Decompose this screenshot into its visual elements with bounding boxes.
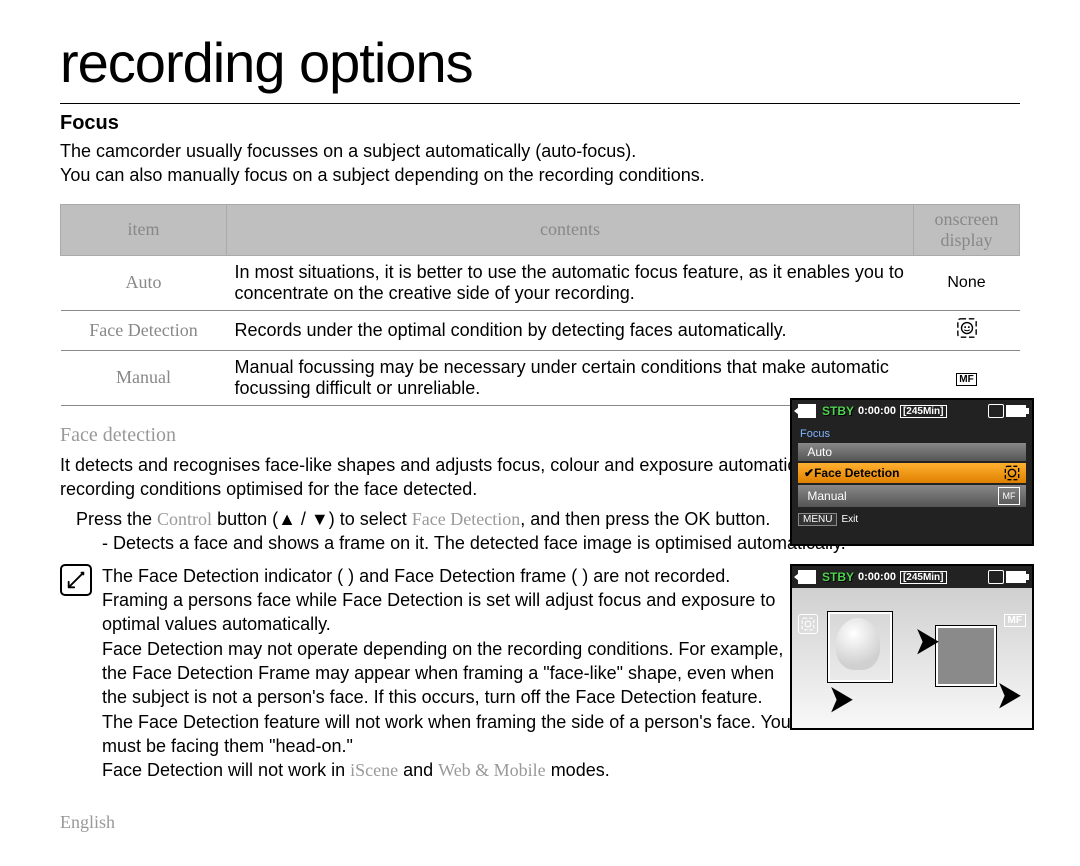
menu-item-auto[interactable]: Auto (798, 443, 1026, 461)
note-item: Framing a persons face while Face Detect… (102, 588, 802, 637)
lcd-screenshots: STBY 0:00:00 [245Min] Focus Auto ✔Face D… (790, 398, 1040, 748)
focus-intro-2: You can also manually focus on a subject… (60, 163, 1020, 187)
check-icon: ✔ (804, 466, 814, 480)
remaining-time: [245Min] (900, 405, 947, 418)
th-osd: onscreen display (914, 204, 1020, 255)
lcd-preview-screenshot: STBY 0:00:00 [245Min] MF ➤ ➤ ➤ (790, 564, 1034, 730)
row-auto-osd: None (914, 255, 1020, 310)
focus-intro-1: The camcorder usually focusses on a subj… (60, 139, 1020, 163)
arrow-icon: ➤ (997, 674, 1021, 716)
face-frame (828, 612, 892, 682)
title-rule (60, 103, 1020, 104)
table-row: Face Detection Records under the optimal… (61, 310, 1020, 350)
camera-icon (798, 404, 816, 418)
note-list: The Face Detection indicator ( ) and Fac… (102, 564, 802, 783)
manual-focus-icon: MF (998, 487, 1020, 505)
face-detect-icon (956, 317, 978, 339)
camera-icon (798, 570, 816, 584)
row-manual-contents: Manual focussing may be necessary under … (227, 350, 914, 405)
face-detect-indicator-icon (798, 614, 818, 634)
battery-icon (1006, 571, 1026, 583)
menu-item-face-detection[interactable]: ✔Face Detection (798, 463, 1026, 483)
card-icon (988, 570, 1004, 584)
manual-focus-icon: MF (956, 373, 976, 386)
note-item: The Face Detection indicator ( ) and Fac… (102, 564, 802, 588)
lcd-menu-screenshot: STBY 0:00:00 [245Min] Focus Auto ✔Face D… (790, 398, 1034, 546)
row-fd-item: Face Detection (61, 310, 227, 350)
remaining-time: [245Min] (900, 571, 947, 584)
stby-label: STBY (822, 404, 854, 418)
row-auto-item: Auto (61, 255, 227, 310)
face-detect-icon (1004, 465, 1020, 481)
note-item: The Face Detection feature will not work… (102, 710, 802, 759)
menu-item-manual[interactable]: Manual MF (798, 485, 1026, 507)
row-fd-contents: Records under the optimal condition by d… (227, 310, 914, 350)
elapsed-time: 0:00:00 (858, 571, 896, 583)
battery-icon (1006, 405, 1026, 417)
focus-options-table: item contents onscreen display Auto In m… (60, 204, 1020, 406)
mf-corner-icon: MF (1004, 614, 1026, 627)
note-item: Face Detection may not operate depending… (102, 637, 802, 710)
menu-title: Focus (800, 428, 1026, 440)
table-row: Manual Manual focussing may be necessary… (61, 350, 1020, 405)
row-manual-osd: MF (914, 350, 1020, 405)
arrow-icon: ➤ (829, 678, 853, 720)
page-title: recording options (60, 30, 1020, 95)
menu-button[interactable]: MENU (798, 513, 837, 526)
focus-heading: Focus (60, 112, 1020, 135)
row-manual-item: Manual (61, 350, 227, 405)
face-frame (936, 626, 996, 686)
card-icon (988, 404, 1004, 418)
table-row: Auto In most situations, it is better to… (61, 255, 1020, 310)
elapsed-time: 0:00:00 (858, 405, 896, 417)
row-auto-contents: In most situations, it is better to use … (227, 255, 914, 310)
exit-label: Exit (841, 514, 858, 525)
row-fd-osd (914, 310, 1020, 350)
arrow-icon: ➤ (915, 620, 939, 662)
footer-language: English (60, 812, 1020, 833)
note-icon (60, 564, 92, 596)
th-item: item (61, 204, 227, 255)
note-item: Face Detection will not work in iScene a… (102, 758, 802, 782)
stby-label: STBY (822, 570, 854, 584)
th-contents: contents (227, 204, 914, 255)
